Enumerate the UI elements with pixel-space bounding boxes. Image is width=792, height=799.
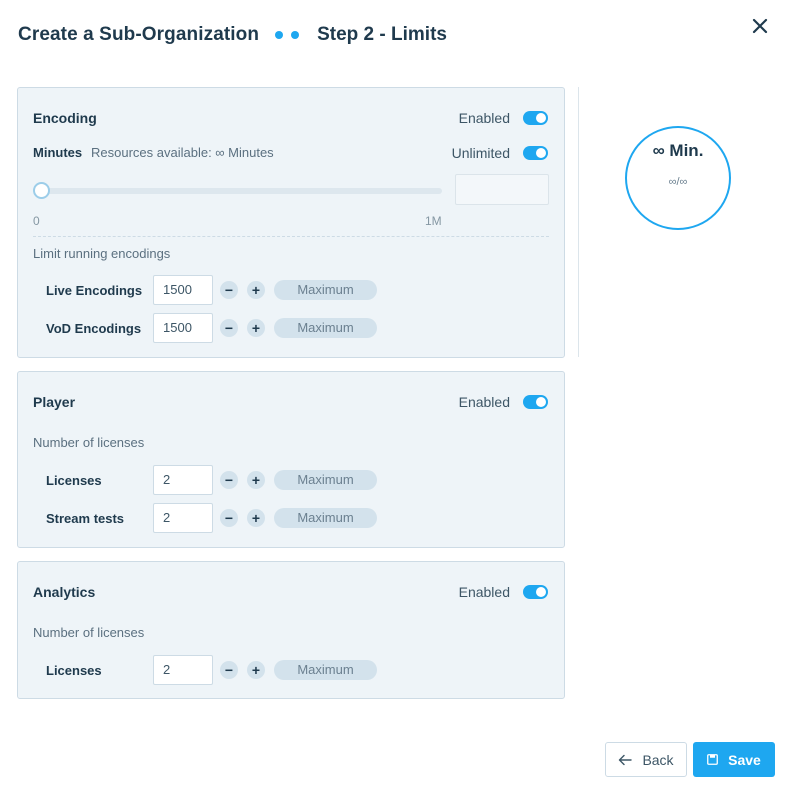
player-licenses-label: Licenses xyxy=(46,472,102,488)
minutes-slider-track[interactable] xyxy=(40,188,442,194)
live-encodings-maximum-button[interactable]: Maximum xyxy=(274,280,377,300)
analytics-enabled-label: Enabled xyxy=(458,584,510,600)
stream-tests-maximum-button[interactable]: Maximum xyxy=(274,508,377,528)
arrow-left-icon xyxy=(619,754,633,765)
player-panel: Player Enabled Number of licenses Licens… xyxy=(17,371,565,548)
step-dot-2 xyxy=(291,31,300,39)
vod-encodings-row: VoD Encodings 1500 − + Maximum xyxy=(46,313,377,343)
live-encodings-label: Live Encodings xyxy=(46,282,143,298)
player-enabled-label: Enabled xyxy=(458,394,510,410)
step-indicator xyxy=(275,31,300,39)
analytics-licenses-decrement-button[interactable]: − xyxy=(220,661,238,679)
close-icon xyxy=(752,18,768,34)
modal-header: Create a Sub-Organization Step 2 - Limit… xyxy=(18,22,447,48)
live-encodings-input[interactable]: 1500 xyxy=(153,275,213,305)
player-licenses-maximum-button[interactable]: Maximum xyxy=(274,470,377,490)
save-button[interactable]: Save xyxy=(693,742,775,777)
analytics-licenses-input[interactable]: 2 xyxy=(153,655,213,685)
unlimited-toggle[interactable] xyxy=(523,146,548,160)
analytics-title: Analytics xyxy=(33,584,96,600)
close-button[interactable] xyxy=(748,14,772,38)
player-licenses-row: Licenses 2 − + Maximum xyxy=(46,465,377,495)
analytics-enabled-row: Enabled xyxy=(459,584,548,600)
analytics-licenses-label: Licenses xyxy=(46,662,102,678)
analytics-enabled-toggle[interactable] xyxy=(523,585,548,599)
encoding-enabled-toggle[interactable] xyxy=(523,111,548,125)
player-licenses-decrement-button[interactable]: − xyxy=(220,471,238,489)
step-title: Step 2 - Limits xyxy=(317,24,447,45)
vod-encodings-decrement-button[interactable]: − xyxy=(220,319,238,337)
stream-tests-row: Stream tests 2 − + Maximum xyxy=(46,503,377,533)
player-enabled-toggle[interactable] xyxy=(523,395,548,409)
analytics-licenses-maximum-button[interactable]: Maximum xyxy=(274,660,377,680)
analytics-licenses-increment-button[interactable]: + xyxy=(247,661,265,679)
analytics-licenses-row: Licenses 2 − + Maximum xyxy=(46,655,377,685)
vod-encodings-input[interactable]: 1500 xyxy=(153,313,213,343)
player-enabled-row: Enabled xyxy=(459,394,548,410)
limit-running-heading: Limit running encodings xyxy=(33,246,171,261)
unlimited-row: Unlimited xyxy=(452,145,548,161)
encoding-panel: Encoding Enabled Minutes Resources avail… xyxy=(17,87,565,358)
minutes-input[interactable] xyxy=(455,174,549,205)
unlimited-label: Unlimited xyxy=(451,145,510,161)
vod-encodings-increment-button[interactable]: + xyxy=(247,319,265,337)
back-button[interactable]: Back xyxy=(605,742,687,777)
encoding-enabled-label: Enabled xyxy=(458,110,510,126)
slider-max-label: 1M xyxy=(425,214,442,228)
summary-ratio: ∞/∞ xyxy=(668,176,688,188)
floppy-disk-icon xyxy=(707,754,719,765)
vod-encodings-maximum-button[interactable]: Maximum xyxy=(274,318,377,338)
live-encodings-decrement-button[interactable]: − xyxy=(220,281,238,299)
minutes-summary-circle: ∞ Min. ∞/∞ xyxy=(625,126,731,230)
live-encodings-row: Live Encodings 1500 − + Maximum xyxy=(46,275,377,305)
stream-tests-label: Stream tests xyxy=(46,510,125,526)
player-licenses-heading: Number of licenses xyxy=(33,435,145,450)
save-button-label: Save xyxy=(728,751,761,768)
analytics-panel: Analytics Enabled Number of licenses Lic… xyxy=(17,561,565,699)
minutes-slider-handle[interactable] xyxy=(33,182,50,199)
summary-minutes: ∞ Min. xyxy=(652,141,704,160)
encoding-enabled-row: Enabled xyxy=(459,110,548,126)
analytics-licenses-heading: Number of licenses xyxy=(33,625,145,640)
stream-tests-input[interactable]: 2 xyxy=(153,503,213,533)
vod-encodings-label: VoD Encodings xyxy=(46,320,142,336)
stream-tests-decrement-button[interactable]: − xyxy=(220,509,238,527)
player-licenses-increment-button[interactable]: + xyxy=(247,471,265,489)
stream-tests-increment-button[interactable]: + xyxy=(247,509,265,527)
step-dot-1 xyxy=(275,31,284,39)
encoding-title: Encoding xyxy=(33,110,97,126)
vertical-divider xyxy=(578,87,579,357)
player-licenses-input[interactable]: 2 xyxy=(153,465,213,495)
resources-available-text: Resources available: ∞ Minutes xyxy=(91,145,274,160)
modal-title: Create a Sub-Organization xyxy=(18,24,260,45)
slider-min-label: 0 xyxy=(33,214,40,228)
minutes-label: Minutes xyxy=(33,145,83,160)
divider xyxy=(33,236,549,237)
back-button-label: Back xyxy=(642,751,674,768)
player-title: Player xyxy=(33,394,76,410)
live-encodings-increment-button[interactable]: + xyxy=(247,281,265,299)
